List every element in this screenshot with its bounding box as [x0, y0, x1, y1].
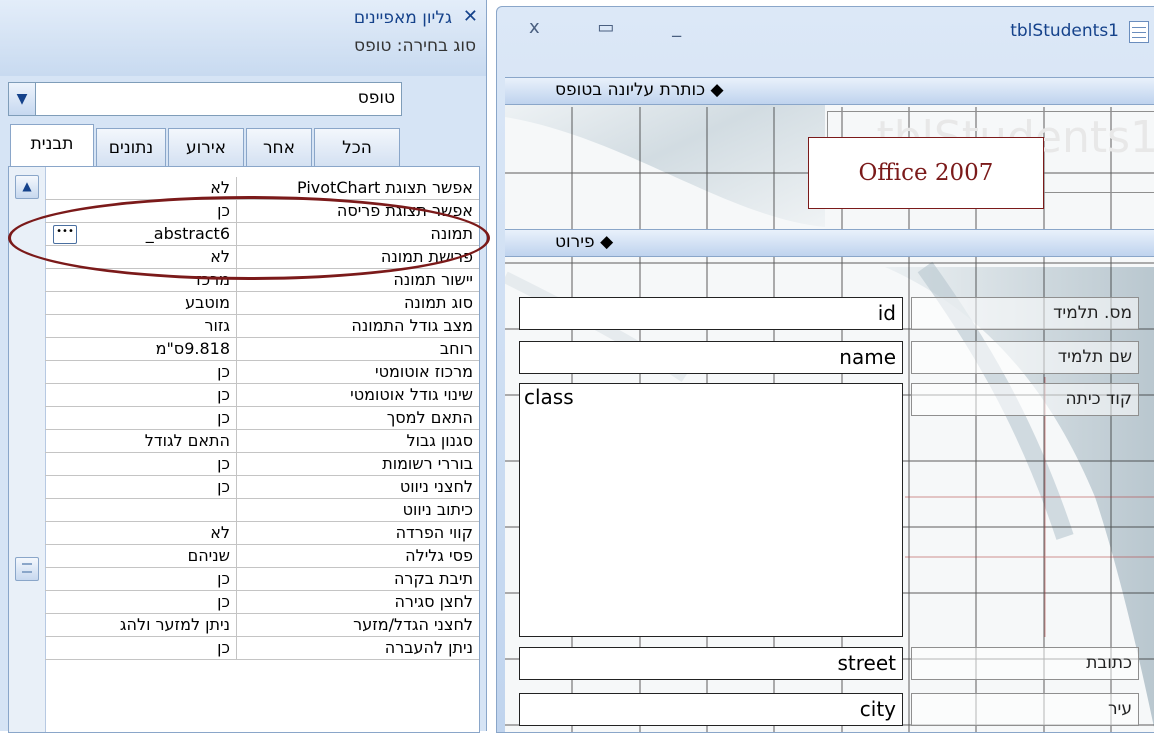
property-label: בוררי רשומות — [382, 454, 473, 473]
property-label: מרכוז אוטומטי — [375, 362, 473, 381]
property-value[interactable]: מוטבע — [51, 292, 237, 314]
object-selector-combo[interactable]: ▼ טופס — [8, 82, 402, 116]
tab-event[interactable]: אירוע — [168, 128, 244, 166]
property-sheet-title: גליון מאפיינים — [353, 8, 452, 28]
property-label: תיבת בקרה — [393, 569, 473, 588]
address-label: כתובת — [911, 647, 1139, 680]
property-value[interactable]: כן — [51, 476, 237, 498]
detail-band-label: ◆ פירוט — [555, 232, 614, 252]
property-row[interactable]: ניתן למזער ולהג לחצני הגדל/מזער — [45, 614, 479, 637]
city-textbox[interactable]: city — [519, 693, 903, 726]
property-sheet-pane: ✕ גליון מאפיינים סוג בחירה: טופס ▼ טופס … — [0, 0, 490, 733]
property-row[interactable]: כן לחצני ניווט — [45, 476, 479, 499]
property-label: סגנון גבול — [406, 431, 473, 450]
property-row[interactable]: כיתוב ניווט — [45, 499, 479, 522]
property-label: לחצני הגדל/מזער — [353, 615, 473, 634]
property-row[interactable]: כן בוררי רשומות — [45, 453, 479, 476]
class-code-label: קוד כיתה — [911, 383, 1139, 416]
student-number-label: מס. תלמיד — [911, 297, 1139, 330]
property-label: ניתן להעברה — [384, 638, 473, 657]
property-row[interactable]: גזור מצב גודל התמונה — [45, 315, 479, 338]
object-selector-value: טופס — [357, 88, 395, 108]
property-value[interactable]: כן — [51, 568, 237, 590]
property-row[interactable]: 9.818ס"מ רוחב — [45, 338, 479, 361]
design-canvas[interactable]: ◆ כותרת עליונה בטופס tblStudents1 ◆ פירו… — [505, 77, 1154, 732]
detail-band[interactable]: ◆ פירוט — [505, 229, 1154, 257]
property-row[interactable]: כן מרכוז אוטומטי — [45, 361, 479, 384]
property-value[interactable]: כן — [51, 637, 237, 659]
property-sheet-header: ✕ גליון מאפיינים סוג בחירה: טופס — [0, 0, 486, 76]
property-value[interactable]: כן — [51, 384, 237, 406]
property-row[interactable]: כן ניתן להעברה — [45, 637, 479, 660]
property-label: סוג תמונה — [403, 293, 473, 312]
property-label: פסי גלילה — [405, 546, 473, 565]
city-label: עיר — [911, 693, 1139, 726]
property-row[interactable]: כן לחצן סגירה — [45, 591, 479, 614]
property-value[interactable]: התאם לגודל — [51, 430, 237, 452]
form-header-band[interactable]: ◆ כותרת עליונה בטופס — [505, 77, 1154, 105]
property-label: רוחב — [439, 339, 473, 358]
property-row[interactable]: התאם לגודל סגנון גבול — [45, 430, 479, 453]
property-value[interactable]: ניתן למזער ולהג — [51, 614, 237, 636]
tab-other[interactable]: אחר — [246, 128, 312, 166]
property-value[interactable]: כן — [51, 591, 237, 613]
property-value[interactable]: שניהם — [51, 545, 237, 567]
scroll-up-icon[interactable]: ▲ — [15, 175, 39, 199]
property-label: שינוי גודל אוטומטי — [350, 385, 473, 404]
property-row[interactable]: כן התאם למסך — [45, 407, 479, 430]
property-row[interactable]: מוטבע סוג תמונה — [45, 292, 479, 315]
property-value[interactable]: גזור — [51, 315, 237, 337]
street-textbox[interactable]: street — [519, 647, 903, 680]
window-title: tblStudents1 — [1010, 21, 1119, 41]
class-textbox[interactable]: class — [519, 383, 903, 637]
form-design-window: tblStudents1 x ▭ _ ◆ כותרת עליונה בטופס … — [496, 6, 1154, 733]
scrollbar-thumb[interactable] — [15, 557, 39, 581]
name-textbox[interactable]: name — [519, 341, 903, 374]
property-row[interactable]: שניהם פסי גלילה — [45, 545, 479, 568]
property-row[interactable]: כן תיבת בקרה — [45, 568, 479, 591]
window-controls[interactable]: x ▭ _ — [529, 17, 707, 38]
property-label: קווי הפרדה — [395, 523, 473, 542]
selection-type-label: סוג בחירה: טופס — [354, 36, 476, 56]
property-row[interactable]: כן שינוי גודל אוטומטי — [45, 384, 479, 407]
office-version-callout: Office 2007 — [808, 137, 1044, 209]
tab-data[interactable]: נתונים — [96, 128, 166, 166]
property-label: לחצני ניווט — [399, 477, 473, 496]
property-label: כיתוב ניווט — [402, 500, 473, 519]
student-name-label: שם תלמיד — [911, 341, 1139, 374]
property-value[interactable]: כן — [51, 407, 237, 429]
id-textbox[interactable]: id — [519, 297, 903, 330]
property-value[interactable] — [51, 499, 237, 521]
highlight-ellipse-annotation — [8, 196, 490, 280]
form-icon — [1129, 21, 1149, 43]
chevron-down-icon[interactable]: ▼ — [9, 83, 36, 115]
property-value[interactable]: לא — [51, 522, 237, 544]
tab-format[interactable]: תבנית — [10, 124, 94, 168]
property-value[interactable]: כן — [51, 361, 237, 383]
property-value[interactable]: כן — [51, 453, 237, 475]
property-label: מצב גודל התמונה — [351, 316, 473, 335]
tab-all[interactable]: הכל — [314, 128, 400, 166]
property-label: לחצן סגירה — [394, 592, 473, 611]
property-label: התאם למסך — [386, 408, 473, 427]
form-header-band-label: ◆ כותרת עליונה בטופס — [555, 80, 724, 100]
close-icon[interactable]: ✕ — [463, 6, 478, 27]
property-row[interactable]: לא קווי הפרדה — [45, 522, 479, 545]
property-value[interactable]: 9.818ס"מ — [51, 338, 237, 360]
